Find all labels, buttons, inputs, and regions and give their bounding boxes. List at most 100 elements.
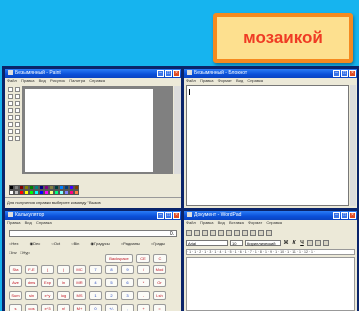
- maximize-button[interactable]: □: [165, 212, 172, 219]
- calc-key[interactable]: =: [153, 304, 166, 311]
- calc-key[interactable]: dms: [25, 278, 38, 287]
- calc-key[interactable]: x^3: [41, 304, 54, 311]
- wordpad-document[interactable]: [186, 257, 355, 311]
- menu-item[interactable]: Правка: [200, 220, 214, 225]
- save-icon[interactable]: [202, 229, 208, 236]
- calc-key[interactable]: Sum: [9, 291, 22, 300]
- print-icon[interactable]: [210, 229, 216, 236]
- radio-oct[interactable]: ○Oct: [51, 241, 65, 246]
- calc-key[interactable]: Sta: [9, 265, 22, 274]
- menu-item[interactable]: Файл: [7, 78, 17, 83]
- menu-item[interactable]: Файл: [186, 78, 196, 83]
- paste-icon[interactable]: [250, 229, 256, 236]
- font-select[interactable]: Arial: [186, 240, 228, 246]
- radio-dec[interactable]: ◉Dec: [30, 241, 46, 246]
- calc-key[interactable]: +: [137, 304, 150, 311]
- calc-key[interactable]: 0: [89, 304, 102, 311]
- maximize-button[interactable]: □: [341, 212, 348, 219]
- check-inv[interactable]: □Inv: [9, 250, 17, 255]
- backspace-button[interactable]: Backspace: [105, 254, 133, 263]
- close-button[interactable]: ×: [349, 212, 356, 219]
- calc-key[interactable]: Ave: [9, 278, 22, 287]
- calc-key[interactable]: /: [137, 265, 150, 274]
- calc-key[interactable]: 1: [89, 291, 102, 300]
- close-button[interactable]: ×: [173, 212, 180, 219]
- menu-item[interactable]: Справка: [89, 78, 105, 83]
- calc-key[interactable]: Exp: [41, 278, 54, 287]
- zoom-tool-icon[interactable]: [15, 101, 20, 106]
- rect-tool-icon[interactable]: [8, 129, 13, 134]
- calc-key[interactable]: 4: [89, 278, 102, 287]
- select-tool-icon[interactable]: [8, 87, 13, 92]
- paint-titlebar[interactable]: Безымянный - Paint – □ ×: [5, 69, 181, 78]
- script-select[interactable]: Кириллический: [245, 240, 281, 246]
- align-center-icon[interactable]: [323, 240, 329, 246]
- menu-item[interactable]: Рисунок: [50, 78, 65, 83]
- bold-button[interactable]: Ж: [283, 240, 289, 246]
- menu-item[interactable]: Формат: [248, 220, 262, 225]
- calc-key[interactable]: 5: [105, 278, 118, 287]
- calc-key[interactable]: n!: [57, 304, 70, 311]
- calc-key[interactable]: +/-: [105, 304, 118, 311]
- check-hyp[interactable]: □Hyp: [20, 250, 30, 255]
- menu-item[interactable]: Справка: [247, 78, 263, 83]
- menu-item[interactable]: Правка: [7, 220, 21, 225]
- calc-key[interactable]: 6: [121, 278, 134, 287]
- copy-icon[interactable]: [242, 229, 248, 236]
- calc-key[interactable]: 2: [105, 291, 118, 300]
- radio-degrees[interactable]: ◉Градусы: [91, 241, 115, 246]
- open-icon[interactable]: [194, 229, 200, 236]
- menu-item[interactable]: Правка: [200, 78, 214, 83]
- menu-item[interactable]: Правка: [21, 78, 35, 83]
- calc-key[interactable]: x^y: [41, 291, 54, 300]
- menu-item[interactable]: Файл: [186, 220, 196, 225]
- minimize-button[interactable]: –: [157, 70, 164, 77]
- calc-key[interactable]: Lsh: [153, 291, 166, 300]
- calculator-titlebar[interactable]: Калькулятор – □ ×: [5, 211, 181, 220]
- vertical-scrollbar[interactable]: [174, 86, 181, 174]
- calc-key[interactable]: ln: [57, 278, 70, 287]
- vertical-scrollbar[interactable]: [350, 85, 356, 206]
- menu-item[interactable]: Вид: [236, 78, 243, 83]
- align-left-icon[interactable]: [315, 240, 321, 246]
- ellipse-tool-icon[interactable]: [8, 136, 13, 141]
- fill-tool-icon[interactable]: [15, 94, 20, 99]
- color-swatch[interactable]: [74, 190, 79, 195]
- notepad-text-area[interactable]: [186, 85, 349, 206]
- pencil-tool-icon[interactable]: [8, 108, 13, 113]
- close-button[interactable]: ×: [173, 70, 180, 77]
- radio-bin[interactable]: ○Bin: [71, 241, 84, 246]
- underline-button[interactable]: Ч: [299, 240, 305, 246]
- minimize-button[interactable]: –: [333, 212, 340, 219]
- drawing-canvas[interactable]: [25, 89, 153, 172]
- airbrush-tool-icon[interactable]: [8, 115, 13, 120]
- radio-hex[interactable]: ○Hex: [9, 241, 24, 246]
- radio-radians[interactable]: ○Радианы: [121, 241, 145, 246]
- brush-tool-icon[interactable]: [15, 108, 20, 113]
- menu-item[interactable]: Вид: [39, 78, 46, 83]
- calc-key[interactable]: cos: [25, 304, 38, 311]
- menu-item[interactable]: Справка: [266, 220, 282, 225]
- italic-button[interactable]: К: [291, 240, 297, 246]
- calc-key[interactable]: 3: [121, 291, 134, 300]
- text-tool-icon[interactable]: [15, 115, 20, 120]
- wordpad-titlebar[interactable]: Документ - WordPad – □ ×: [184, 211, 357, 220]
- menu-item[interactable]: Вставка: [229, 220, 244, 225]
- font-size-select[interactable]: 10: [230, 240, 243, 246]
- date-icon[interactable]: [266, 229, 272, 236]
- minimize-button[interactable]: –: [333, 70, 340, 77]
- menu-item[interactable]: Вид: [25, 220, 32, 225]
- line-tool-icon[interactable]: [8, 122, 13, 127]
- maximize-button[interactable]: □: [341, 70, 348, 77]
- polygon-tool-icon[interactable]: [15, 129, 20, 134]
- calc-key[interactable]: 7: [89, 265, 102, 274]
- calc-key[interactable]: M+: [73, 304, 86, 311]
- calc-key[interactable]: Or: [153, 278, 166, 287]
- menu-item[interactable]: Вид: [218, 220, 225, 225]
- menu-item[interactable]: Формат: [218, 78, 232, 83]
- color-icon[interactable]: [307, 240, 313, 246]
- curve-tool-icon[interactable]: [15, 122, 20, 127]
- notepad-titlebar[interactable]: Безымянный - Блокнот – □ ×: [184, 69, 357, 78]
- calc-key[interactable]: *: [137, 278, 150, 287]
- find-icon[interactable]: [226, 229, 232, 236]
